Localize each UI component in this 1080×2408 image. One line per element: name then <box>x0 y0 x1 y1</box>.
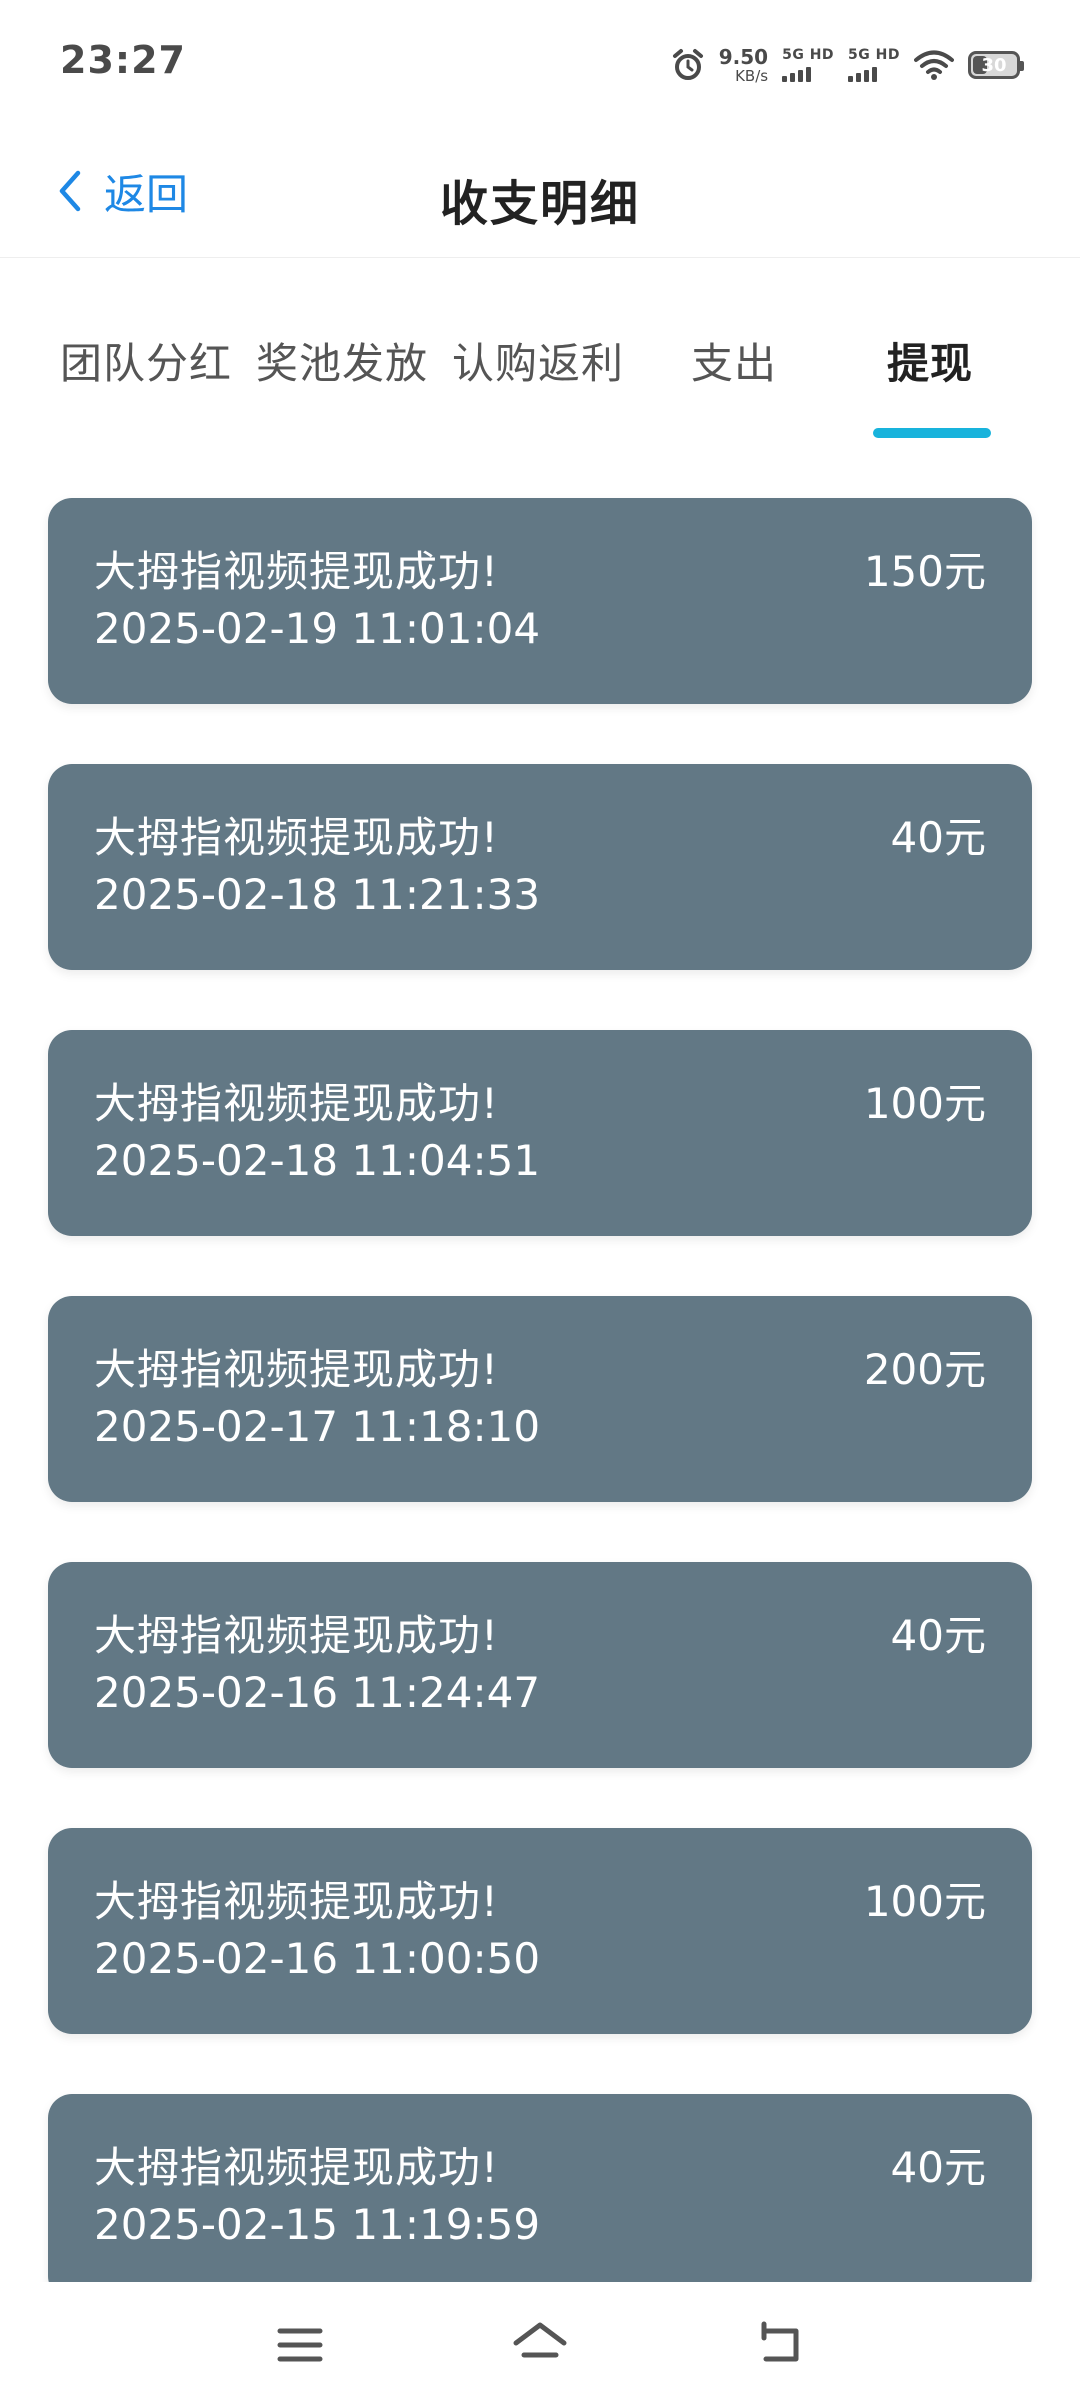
back-icon <box>761 2321 799 2362</box>
active-tab-indicator <box>873 428 991 438</box>
record-item[interactable]: 大拇指视频提现成功! 2025-02-18 11:21:33 40元 <box>48 764 1032 970</box>
record-amount: 100元 <box>863 1079 986 1128</box>
record-amount: 100元 <box>863 1877 986 1926</box>
record-time: 2025-02-16 11:24:47 <box>94 1668 541 1717</box>
record-amount: 40元 <box>890 813 986 862</box>
tab-expense[interactable]: 支出 <box>636 330 832 391</box>
status-time: 23:27 <box>60 38 186 82</box>
category-tabs: 团队分红 奖池发放 认购返利 支出 提现 <box>48 330 1032 450</box>
sim2-signal: 5G HD <box>848 48 900 82</box>
page-title: 收支明细 <box>439 176 640 232</box>
alarm-icon <box>672 49 703 80</box>
record-time: 2025-02-17 11:18:10 <box>94 1402 541 1451</box>
record-title: 大拇指视频提现成功! <box>94 1611 499 1660</box>
record-time: 2025-02-18 11:21:33 <box>94 870 541 919</box>
record-title: 大拇指视频提现成功! <box>94 1345 499 1394</box>
home-button[interactable] <box>505 2310 575 2380</box>
menu-button[interactable] <box>265 2310 335 2380</box>
sim1-signal: 5G HD <box>782 48 834 82</box>
sim1-label: 5G HD <box>782 47 835 63</box>
record-amount: 40元 <box>890 1611 986 1660</box>
record-amount: 200元 <box>863 1345 986 1394</box>
record-item[interactable]: 大拇指视频提现成功! 2025-02-19 11:01:04 150元 <box>48 498 1032 704</box>
record-title: 大拇指视频提现成功! <box>94 813 499 862</box>
net-speed-unit: KB/s <box>735 66 769 85</box>
record-time: 2025-02-16 11:00:50 <box>94 1934 541 1983</box>
home-icon <box>513 2322 567 2358</box>
status-icons: 9.50 KB/s 5G HD 5G HD 30 <box>671 40 1024 90</box>
record-time: 2025-02-15 11:19:59 <box>94 2200 541 2249</box>
record-time: 2025-02-19 11:01:04 <box>94 604 541 653</box>
system-back-button[interactable] <box>745 2310 815 2380</box>
tab-subscription-rebate[interactable]: 认购返利 <box>440 330 636 391</box>
record-amount: 40元 <box>890 2143 986 2192</box>
system-navigation-bar <box>0 2282 1080 2408</box>
app-header: 返回 收支明细 <box>0 126 1080 258</box>
wifi-icon <box>914 50 954 80</box>
tab-withdrawal[interactable]: 提现 <box>832 330 1028 391</box>
battery-icon: 30 <box>968 51 1024 79</box>
net-speed: 9.50 KB/s <box>719 47 768 84</box>
record-title: 大拇指视频提现成功! <box>94 2143 499 2192</box>
record-item[interactable]: 大拇指视频提现成功! 2025-02-18 11:04:51 100元 <box>48 1030 1032 1236</box>
tab-prize-pool[interactable]: 奖池发放 <box>244 330 440 391</box>
record-amount: 150元 <box>863 547 986 596</box>
net-speed-value: 9.50 <box>718 44 769 69</box>
record-item[interactable]: 大拇指视频提现成功! 2025-02-17 11:18:10 200元 <box>48 1296 1032 1502</box>
record-item[interactable]: 大拇指视频提现成功! 2025-02-15 11:19:59 40元 <box>48 2094 1032 2300</box>
record-title: 大拇指视频提现成功! <box>94 1079 499 1128</box>
record-title: 大拇指视频提现成功! <box>94 1877 499 1926</box>
record-item[interactable]: 大拇指视频提现成功! 2025-02-16 11:24:47 40元 <box>48 1562 1032 1768</box>
record-title: 大拇指视频提现成功! <box>94 547 499 596</box>
signal-bars-icon <box>782 66 812 82</box>
battery-percent: 30 <box>981 54 1007 76</box>
menu-icon <box>277 2328 323 2362</box>
tab-team-dividend[interactable]: 团队分红 <box>48 330 244 391</box>
record-time: 2025-02-18 11:04:51 <box>94 1136 541 1185</box>
status-bar: 23:27 9.50 KB/s 5G HD 5G HD 30 <box>0 0 1080 126</box>
record-item[interactable]: 大拇指视频提现成功! 2025-02-16 11:00:50 100元 <box>48 1828 1032 2034</box>
sim2-label: 5G HD <box>848 47 900 63</box>
withdrawal-record-list: 大拇指视频提现成功! 2025-02-19 11:01:04 150元 大拇指视… <box>48 498 1032 2360</box>
signal-bars-icon <box>848 66 878 82</box>
